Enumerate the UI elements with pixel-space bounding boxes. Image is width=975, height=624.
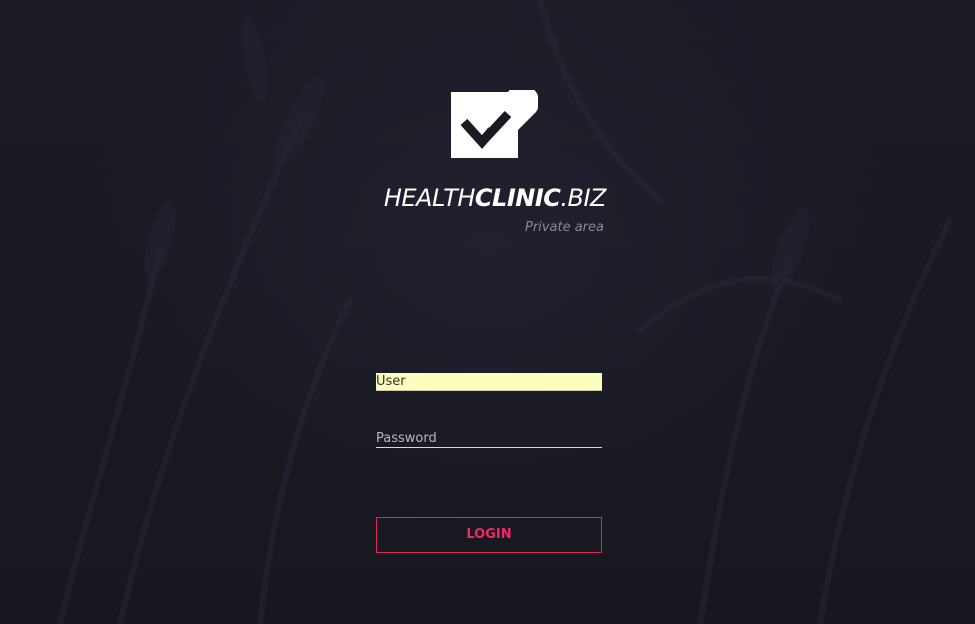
password-input[interactable] (376, 430, 602, 448)
user-input[interactable] (376, 373, 602, 391)
brand-name-light: HEALTH (383, 184, 476, 212)
heart-check-icon (450, 84, 540, 160)
brand-name: HEALTHCLINIC.BIZ (370, 183, 607, 213)
login-button[interactable]: LOGIN (376, 517, 602, 553)
brand-name-bold: CLINIC (474, 184, 561, 212)
brand-name-suffix: .BIZ (560, 184, 606, 212)
subtitle: Private area (525, 220, 604, 235)
